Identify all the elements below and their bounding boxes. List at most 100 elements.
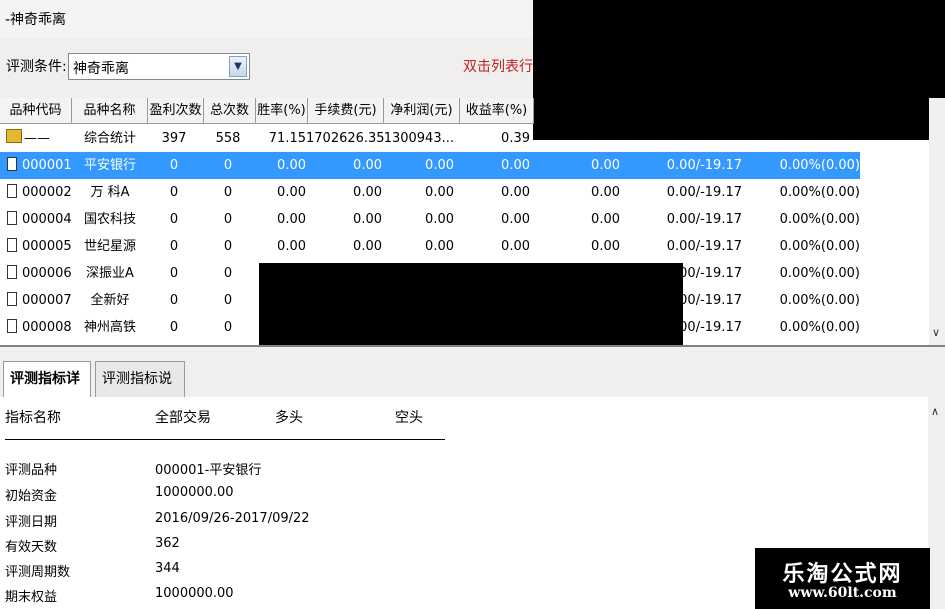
- watermark-title: 乐淘公式网: [782, 562, 903, 587]
- tab-metric-details[interactable]: 评测指标详情: [3, 361, 91, 421]
- window-title-bar: -神奇乖离: [0, 0, 533, 38]
- cell-extra-2: 0.00/-19.17: [666, 239, 742, 254]
- detail-vertical-scrollbar[interactable]: ∧: [928, 397, 945, 609]
- document-icon: [7, 292, 17, 306]
- cell-total: 0: [223, 185, 233, 200]
- summary-dash: ——: [24, 131, 50, 146]
- cell-extra-3: 0.00%(0.00): [779, 239, 860, 254]
- detail-label: 初始资金: [5, 489, 58, 504]
- condition-value: 神奇乖离: [73, 61, 129, 77]
- cell-name: 国农科技: [83, 212, 136, 227]
- cell-fee: 0.00: [353, 212, 382, 227]
- cell-win: 0: [169, 212, 179, 227]
- cell-net: 0.00: [425, 158, 454, 173]
- cell-rate: 0.00: [277, 185, 306, 200]
- cell-code: 000007: [22, 293, 72, 308]
- detail-value: 000001-平安银行: [155, 463, 262, 478]
- tab-metric-description[interactable]: 评测指标说明: [95, 361, 185, 421]
- document-icon: [7, 211, 17, 225]
- col-header-rate[interactable]: 胜率(%): [256, 98, 308, 124]
- table-row[interactable]: 000002 万 科A 0 0 0.00 0.00 0.00 0.00 0.00…: [0, 179, 860, 206]
- detail-label: 评测品种: [5, 463, 58, 478]
- condition-select[interactable]: 神奇乖离 ▼: [68, 53, 250, 80]
- window-title: -神奇乖离: [5, 12, 67, 28]
- cell-total: 0: [223, 158, 233, 173]
- cell-name: 神州高铁: [83, 320, 136, 335]
- detail-tabs: 评测指标详情 评测指标说明: [0, 345, 945, 421]
- cell-name: 全新好: [90, 293, 130, 308]
- cell-name: 深振业A: [86, 266, 134, 281]
- cell-rate: 0.00: [277, 239, 306, 254]
- document-icon: [7, 319, 17, 333]
- cell-code: 000006: [22, 266, 72, 281]
- watermark: 乐淘公式网 www.60lt.com: [755, 548, 930, 609]
- cell-fee: 0.00: [353, 185, 382, 200]
- detail-label: 有效天数: [5, 540, 58, 555]
- cell-win: 0: [169, 266, 179, 281]
- detail-header-divider: [5, 439, 445, 440]
- cell-extra-2: 0.00/-19.17: [666, 158, 742, 173]
- cell-name: 世纪星源: [83, 239, 136, 254]
- detail-header-short: 空头: [395, 410, 423, 426]
- cell-win: 397: [161, 131, 187, 146]
- document-icon: [7, 265, 17, 279]
- cell-fee: 0.00: [353, 239, 382, 254]
- cell-code: 000008: [22, 320, 72, 335]
- cell-extra-1: 0.00: [591, 185, 620, 200]
- detail-value: 2016/09/26-2017/09/22: [155, 511, 310, 526]
- cell-name: 平安银行: [83, 158, 136, 173]
- cell-return: 0.00: [501, 239, 530, 254]
- detail-label: 评测周期数: [5, 565, 71, 580]
- cell-fee: 1702626.35: [306, 131, 385, 146]
- col-header-total[interactable]: 总次数: [204, 98, 256, 124]
- cell-code: 000004: [22, 212, 72, 227]
- cell-extra-1: 0.00: [591, 212, 620, 227]
- table-row[interactable]: 000005 世纪星源 0 0 0.00 0.00 0.00 0.00 0.00…: [0, 233, 860, 260]
- cell-extra-1: 0.00: [591, 158, 620, 173]
- table-vertical-scrollbar[interactable]: ∨: [929, 98, 945, 345]
- cell-total: 0: [223, 293, 233, 308]
- cell-extra-3: 0.00%(0.00): [779, 266, 860, 281]
- cell-net: 0.00: [425, 185, 454, 200]
- detail-value: 362: [155, 536, 180, 551]
- detail-header-all: 全部交易: [155, 410, 211, 426]
- condition-label: 评测条件:: [6, 59, 67, 75]
- col-header-win[interactable]: 盈利次数: [148, 98, 204, 124]
- cell-extra-2: 0.00/-19.17: [666, 212, 742, 227]
- cell-rate: 0.00: [277, 158, 306, 173]
- col-header-name[interactable]: 品种名称: [72, 98, 148, 124]
- cell-total: 0: [223, 320, 233, 335]
- table-row-summary[interactable]: —— 综合统计 397 558 71.15 1702626.35 1300943…: [0, 125, 860, 152]
- col-header-return[interactable]: 收益率(%): [460, 98, 534, 124]
- cell-extra-3: 0.00%(0.00): [779, 185, 860, 200]
- detail-value: 1000000.00: [155, 485, 234, 500]
- scroll-down-icon[interactable]: ∨: [932, 326, 940, 339]
- table-row-selected[interactable]: 000001 平安银行 0 0 0.00 0.00 0.00 0.00 0.00…: [0, 152, 860, 179]
- col-header-code[interactable]: 品种代码: [0, 98, 72, 124]
- cell-name: 综合统计: [83, 131, 136, 146]
- cell-code: 000005: [22, 239, 72, 254]
- cell-total: 558: [215, 131, 241, 146]
- detail-label: 期末权益: [5, 590, 58, 605]
- document-icon: [7, 238, 17, 252]
- cell-rate: 71.15: [268, 131, 306, 146]
- cell-win: 0: [169, 185, 179, 200]
- chevron-down-icon[interactable]: ▼: [229, 56, 247, 77]
- scroll-up-icon[interactable]: ∧: [931, 405, 939, 418]
- cell-return: 0.39: [501, 131, 530, 146]
- cell-win: 0: [169, 293, 179, 308]
- cell-win: 0: [169, 320, 179, 335]
- cell-total: 0: [223, 266, 233, 281]
- summary-icon: [6, 129, 22, 143]
- cell-extra-2: 0.00/-19.17: [666, 185, 742, 200]
- col-header-net[interactable]: 净利润(元): [384, 98, 460, 124]
- cell-code: 000001: [22, 158, 72, 173]
- cell-win: 0: [169, 239, 179, 254]
- col-header-fee[interactable]: 手续费(元): [308, 98, 384, 124]
- cell-fee: 0.00: [353, 158, 382, 173]
- cell-name: 万 科A: [90, 185, 130, 200]
- detail-header-long: 多头: [275, 410, 303, 426]
- table-row[interactable]: 000004 国农科技 0 0 0.00 0.00 0.00 0.00 0.00…: [0, 206, 860, 233]
- cell-win: 0: [169, 158, 179, 173]
- cell-extra-3: 0.00%(0.00): [779, 212, 860, 227]
